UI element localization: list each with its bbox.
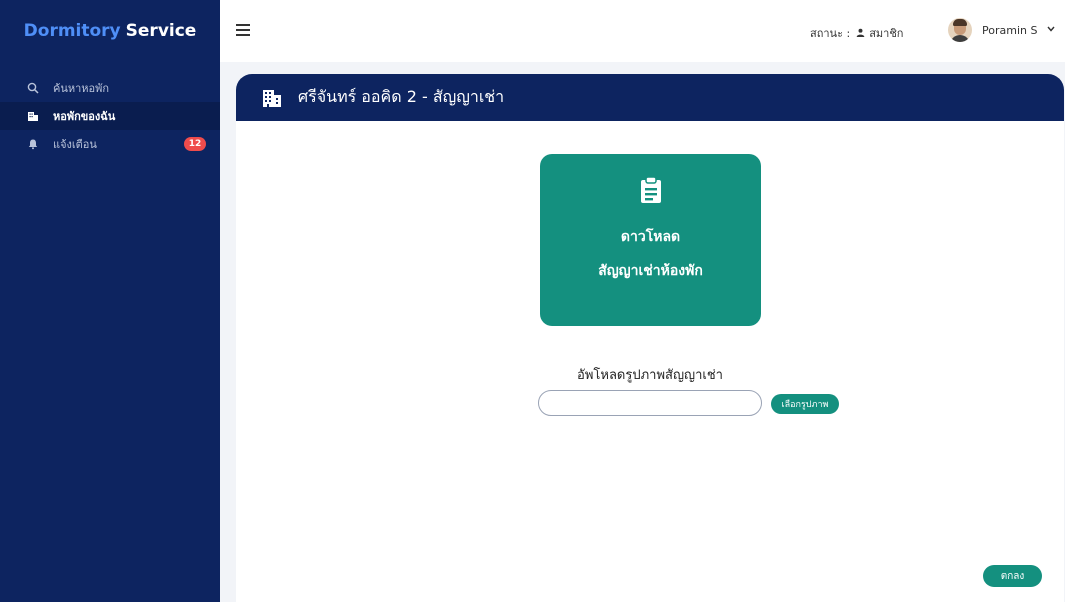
avatar xyxy=(948,18,972,42)
building-icon xyxy=(26,109,40,123)
sidebar: Dormitory Service ค้นหาหอพัก หอพักของฉัน… xyxy=(0,0,220,602)
brand-logo[interactable]: Dormitory Service xyxy=(0,0,220,62)
bell-icon xyxy=(26,137,40,151)
contract-panel: ศรีจันทร์ ออคิด 2 - สัญญาเช่า ดาวโหลด สั… xyxy=(236,74,1064,602)
sidebar-item-notifications[interactable]: แจ้งเตือน 12 xyxy=(0,130,220,158)
sidebar-item-label: แจ้งเตือน xyxy=(53,138,97,151)
menu-toggle-icon[interactable] xyxy=(236,24,250,36)
sidebar-item-label: ค้นหาหอพัก xyxy=(53,82,110,95)
top-bar: สถานะ : สมาชิก Poramin S xyxy=(220,0,1065,62)
user-menu[interactable]: Poramin S xyxy=(948,18,1056,42)
download-label-line2: สัญญาเช่าห้องพัก xyxy=(598,263,703,279)
building-icon xyxy=(262,88,282,108)
brand-name-part2: Service xyxy=(125,21,197,41)
file-path-input[interactable] xyxy=(538,390,762,416)
clipboard-icon xyxy=(640,176,662,208)
panel-header: ศรีจันทร์ ออคิด 2 - สัญญาเช่า xyxy=(236,74,1064,121)
sidebar-item-label: หอพักของฉัน xyxy=(53,110,116,123)
user-name: Poramin S xyxy=(982,23,1038,37)
ok-button[interactable]: ตกลง xyxy=(983,565,1042,587)
status-label: สถานะ : xyxy=(810,27,851,40)
upload-label: อัพโหลดรูปภาพสัญญาเช่า xyxy=(577,368,723,383)
search-icon xyxy=(26,81,40,95)
person-icon xyxy=(856,27,865,40)
sidebar-item-search-dorm[interactable]: ค้นหาหอพัก xyxy=(0,74,220,102)
choose-image-button[interactable]: เลือกรูปภาพ xyxy=(771,394,839,414)
brand-name-part1: Dormitory xyxy=(23,21,121,41)
chevron-down-icon xyxy=(1047,25,1056,35)
download-label-line1: ดาวโหลด xyxy=(620,229,681,245)
sidebar-menu: ค้นหาหอพัก หอพักของฉัน แจ้งเตือน 12 xyxy=(0,74,220,158)
page-title: ศรีจันทร์ ออคิด 2 - สัญญาเช่า xyxy=(298,87,505,106)
notification-count-badge: 12 xyxy=(184,137,206,151)
download-contract-button[interactable]: ดาวโหลด สัญญาเช่าห้องพัก xyxy=(540,154,761,326)
status-value: สมาชิก xyxy=(869,27,904,40)
membership-status: สถานะ : สมาชิก xyxy=(810,24,903,42)
sidebar-item-my-dorm[interactable]: หอพักของฉัน xyxy=(0,102,220,130)
